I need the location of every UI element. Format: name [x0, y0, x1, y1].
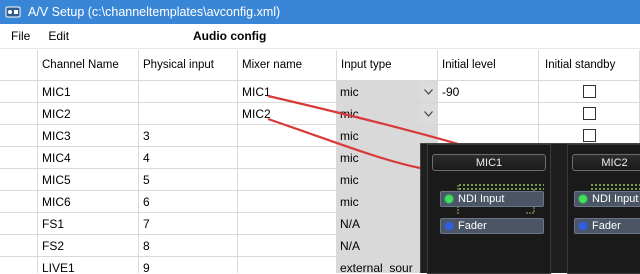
chevron-down-icon[interactable] [420, 82, 436, 101]
column-header-initial-level[interactable]: Initial level [438, 50, 539, 80]
channel-name-cell[interactable]: FS1 [38, 213, 139, 234]
physical-input-cell[interactable] [139, 81, 238, 102]
channel-name-cell[interactable]: MIC1 [38, 81, 139, 102]
physical-input-cell[interactable]: 7 [139, 213, 238, 234]
fader-block-mic2[interactable]: Fader [574, 218, 640, 234]
menu-edit[interactable]: Edit [39, 29, 78, 43]
strip-header-mic2[interactable]: MIC2 [572, 154, 640, 171]
row-selector[interactable] [0, 81, 38, 102]
mixer-name-cell[interactable]: MIC2 [238, 103, 337, 124]
strip-connector-dots [590, 183, 640, 191]
mixer-name-cell[interactable] [238, 169, 337, 190]
physical-input-cell[interactable]: 9 [139, 257, 238, 273]
column-header-physical-input[interactable]: Physical input [139, 50, 238, 80]
row-selector[interactable] [0, 169, 38, 190]
mixer-strip-mic2: MIC2 NDI Input Fader [567, 144, 640, 274]
fader-label: Fader [592, 220, 621, 232]
input-type-value: N/A [340, 216, 361, 231]
physical-input-cell[interactable]: 6 [139, 191, 238, 212]
table-header-row: Channel Name Physical input Mixer name I… [0, 50, 640, 81]
physical-input-cell[interactable]: 4 [139, 147, 238, 168]
channel-name-cell[interactable]: MIC3 [38, 125, 139, 146]
row-selector[interactable] [0, 191, 38, 212]
mixer-name-cell[interactable] [238, 213, 337, 234]
input-type-combo[interactable]: mic [337, 81, 438, 102]
section-title: Audio config [193, 29, 267, 43]
ndi-input-block-mic1[interactable]: NDI Input [440, 191, 544, 207]
fader-block-mic1[interactable]: Fader [440, 218, 544, 234]
column-header-initial-standby[interactable]: Initial standby [539, 50, 640, 80]
mixer-name-cell[interactable] [238, 235, 337, 256]
row-selector[interactable] [0, 103, 38, 124]
title-bar: A/V Setup (c:\channeltemplates\avconfig.… [0, 0, 640, 24]
input-type-value: mic [340, 194, 359, 209]
av-setup-icon [5, 4, 21, 20]
green-led-icon [445, 195, 453, 203]
blue-led-icon [579, 222, 587, 230]
mixer-name-cell[interactable] [238, 147, 337, 168]
input-type-value: mic [340, 106, 359, 121]
window-title: A/V Setup (c:\channeltemplates\avconfig.… [28, 5, 281, 19]
chevron-down-icon[interactable] [420, 104, 436, 123]
input-type-value: N/A [340, 238, 361, 253]
blue-led-icon [445, 222, 453, 230]
input-type-value: mic [340, 172, 359, 187]
mixer-strip-mic1: MIC1 NDI Input Fader [427, 144, 551, 274]
ndi-input-label: NDI Input [458, 193, 505, 205]
input-type-value: external_sour [340, 260, 413, 274]
row-selector[interactable] [0, 147, 38, 168]
column-header-channel-name[interactable]: Channel Name [38, 50, 139, 80]
channel-name-cell[interactable]: FS2 [38, 235, 139, 256]
physical-input-cell[interactable] [139, 103, 238, 124]
standby-checkbox[interactable] [582, 85, 596, 98]
input-type-value: mic [340, 84, 359, 99]
physical-input-cell[interactable]: 3 [139, 125, 238, 146]
physical-input-cell[interactable]: 5 [139, 169, 238, 190]
strip-header-mic1[interactable]: MIC1 [432, 154, 546, 171]
initial-standby-cell [539, 103, 640, 124]
row-selector[interactable] [0, 235, 38, 256]
initial-level-cell[interactable]: -90 [438, 81, 539, 102]
row-selector[interactable] [0, 257, 38, 273]
row-selector[interactable] [0, 213, 38, 234]
column-header-mixer-name[interactable]: Mixer name [238, 50, 337, 80]
channel-name-cell[interactable]: LIVE1 [38, 257, 139, 273]
table-row: MIC1 MIC1 mic -90 [0, 81, 640, 103]
channel-name-cell[interactable]: MIC6 [38, 191, 139, 212]
row-header-corner [0, 50, 38, 80]
mixer-name-cell[interactable] [238, 125, 337, 146]
input-type-combo[interactable]: mic [337, 103, 438, 124]
menu-file[interactable]: File [2, 29, 39, 43]
ndi-input-label: NDI Input [592, 193, 639, 205]
menu-bar: File Edit Audio config [0, 24, 640, 49]
input-type-value: mic [340, 128, 359, 143]
standby-checkbox[interactable] [582, 107, 596, 120]
column-header-input-type[interactable]: Input type [337, 50, 438, 80]
row-selector[interactable] [0, 125, 38, 146]
ndi-input-block-mic2[interactable]: NDI Input [574, 191, 640, 207]
initial-level-cell[interactable] [438, 103, 539, 124]
channel-name-cell[interactable]: MIC2 [38, 103, 139, 124]
channel-name-cell[interactable]: MIC4 [38, 147, 139, 168]
mixer-name-cell[interactable] [238, 191, 337, 212]
table-row: MIC2 MIC2 mic [0, 103, 640, 125]
mixer-name-cell[interactable] [238, 257, 337, 273]
input-type-value: mic [340, 150, 359, 165]
standby-checkbox[interactable] [582, 129, 596, 142]
mixer-panel: MIC1 NDI Input Fader MIC2 NDI Input Fade… [420, 143, 640, 274]
mixer-name-cell[interactable]: MIC1 [238, 81, 337, 102]
fader-label: Fader [458, 220, 487, 232]
initial-standby-cell [539, 81, 640, 102]
channel-name-cell[interactable]: MIC5 [38, 169, 139, 190]
green-led-icon [579, 195, 587, 203]
physical-input-cell[interactable]: 8 [139, 235, 238, 256]
